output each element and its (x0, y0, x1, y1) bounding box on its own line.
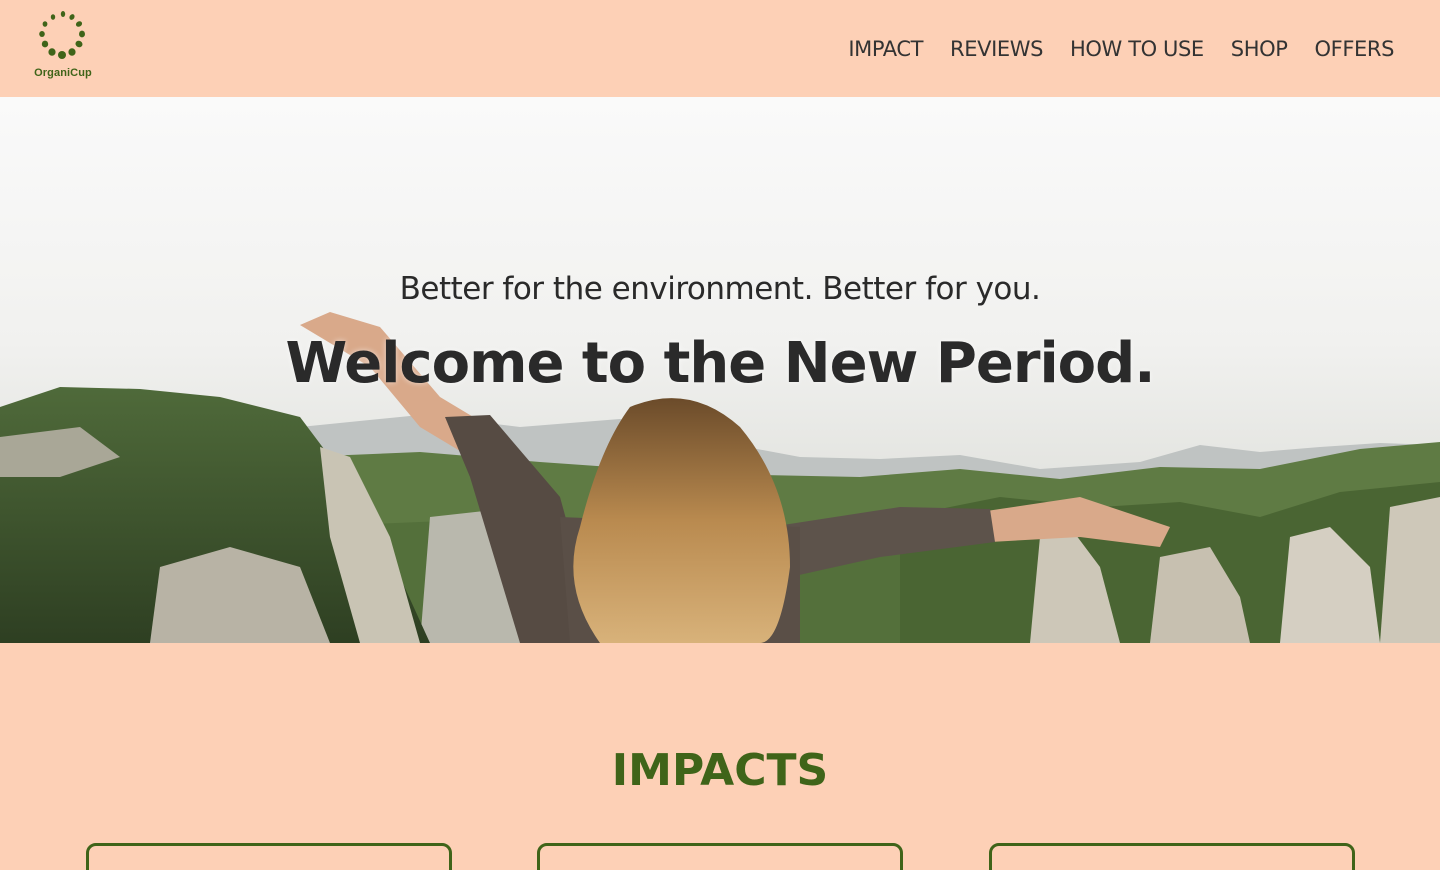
impacts-heading: IMPACTS (611, 745, 829, 796)
nav-reviews[interactable]: REVIEWS (950, 37, 1043, 61)
logo-wordmark: OrganiCup (34, 67, 92, 79)
nav-how-to-use[interactable]: HOW TO USE (1070, 37, 1204, 61)
nav-offers[interactable]: OFFERS (1315, 37, 1395, 61)
organicup-logo[interactable]: OrganiCup (28, 8, 98, 84)
hero-subtitle: Better for the environment. Better for y… (399, 271, 1041, 307)
hero-section: Better for the environment. Better for y… (0, 97, 1440, 643)
logo-dots-icon (39, 11, 85, 59)
main-nav: IMPACT REVIEWS HOW TO USE SHOP OFFERS (821, 0, 1394, 97)
impact-card (537, 843, 903, 870)
nav-impact[interactable]: IMPACT (848, 37, 923, 61)
site-header: OrganiCup IMPACT REVIEWS HOW TO USE SHOP… (0, 0, 1440, 97)
impact-card (989, 843, 1355, 870)
nav-shop[interactable]: SHOP (1231, 37, 1288, 61)
hero-title: Welcome to the New Period. (285, 331, 1155, 396)
impact-card (86, 843, 452, 870)
